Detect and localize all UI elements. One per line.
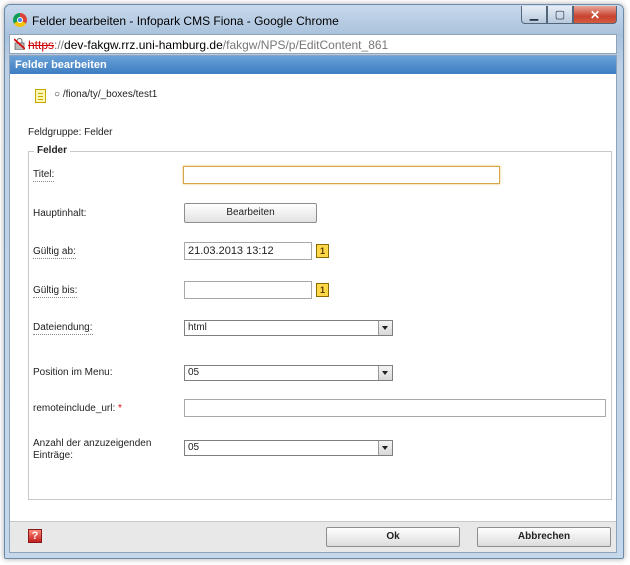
window-controls: ▁ ▢ ✕: [521, 6, 617, 24]
url-path: /fakgw/NPS/p/EditContent_861: [222, 38, 389, 52]
minimize-button[interactable]: ▁: [521, 6, 547, 24]
chrome-icon: [13, 13, 27, 27]
position-label: Position im Menu:: [33, 367, 113, 378]
fieldset-legend: Felder: [34, 145, 71, 156]
chevron-down-icon[interactable]: [378, 321, 392, 335]
document-icon: [35, 89, 46, 103]
titel-input[interactable]: [183, 166, 500, 184]
anzahl-label-line2: Einträge:: [33, 450, 74, 461]
titel-label: Titel:: [33, 169, 55, 182]
feldgruppe-line: Feldgruppe: Felder: [28, 127, 113, 138]
gueltig-ab-input[interactable]: 21.03.2013 13:12: [184, 242, 312, 260]
window-title: Felder bearbeiten - Infopark CMS Fiona -…: [32, 14, 339, 28]
remoteinclude-url-input[interactable]: [184, 399, 606, 417]
chevron-down-icon[interactable]: [378, 441, 392, 455]
dialog-footer: ? Ok Abbrechen: [10, 521, 616, 552]
anzahl-select[interactable]: 05: [184, 440, 393, 456]
calendar-icon[interactable]: 1: [316, 244, 329, 258]
maximize-button[interactable]: ▢: [547, 6, 573, 24]
address-bar[interactable]: https://dev-fakgw.rrz.uni-hamburg.de/fak…: [9, 34, 617, 54]
dateiendung-select[interactable]: html: [184, 320, 393, 336]
position-selected: 05: [188, 367, 200, 378]
object-path: ○ /fiona/ty/_boxes/test1: [54, 89, 158, 100]
gueltig-bis-input[interactable]: [184, 281, 312, 299]
gueltig-bis-label: Gültig bis:: [33, 285, 78, 298]
chevron-down-icon[interactable]: [378, 366, 392, 380]
broken-lock-icon[interactable]: [14, 38, 25, 50]
anzahl-label-line1: Anzahl der anzuzeigenden: [33, 438, 152, 449]
remoteinclude-label: remoteinclude_url: *: [33, 403, 122, 414]
feldgruppe-label: Feldgruppe:: [28, 127, 82, 138]
help-icon[interactable]: ?: [28, 529, 42, 543]
title-bar[interactable]: Felder bearbeiten - Infopark CMS Fiona -…: [5, 5, 623, 35]
close-button[interactable]: ✕: [573, 6, 617, 24]
feldgruppe-value: Felder: [84, 127, 113, 138]
bearbeiten-button[interactable]: Bearbeiten: [184, 203, 317, 223]
url-scheme: https: [28, 38, 55, 52]
calendar-icon[interactable]: 1: [316, 283, 329, 297]
fields-fieldset: Felder Titel: Hauptinhalt: Bearbeiten Gü…: [28, 145, 612, 500]
anzahl-selected: 05: [188, 442, 200, 453]
position-select[interactable]: 05: [184, 365, 393, 381]
dateiendung-label: Dateiendung:: [33, 322, 93, 335]
url-separator: ://: [54, 38, 65, 52]
ok-button[interactable]: Ok: [326, 527, 460, 547]
dateiendung-selected: html: [188, 322, 207, 333]
url-host: dev-fakgw.rrz.uni-hamburg.de: [64, 38, 223, 52]
dialog-content: Felder bearbeiten ○ /fiona/ty/_boxes/tes…: [9, 55, 617, 553]
hauptinhalt-label: Hauptinhalt:: [33, 208, 87, 219]
url-text[interactable]: https://dev-fakgw.rrz.uni-hamburg.de/fak…: [28, 38, 388, 52]
gueltig-ab-label: Gültig ab:: [33, 246, 76, 259]
browser-window: Felder bearbeiten - Infopark CMS Fiona -…: [4, 4, 624, 559]
panel-header: Felder bearbeiten: [10, 56, 616, 74]
required-mark: *: [118, 403, 122, 414]
cancel-button[interactable]: Abbrechen: [477, 527, 611, 547]
